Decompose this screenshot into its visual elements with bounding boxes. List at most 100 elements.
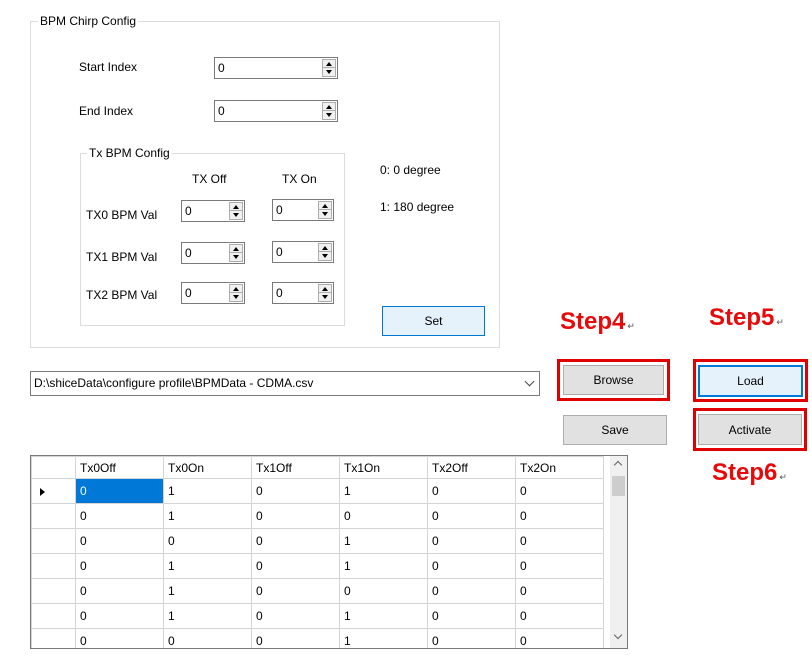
spin-up-icon[interactable] xyxy=(319,285,331,293)
table-cell[interactable]: 0 xyxy=(515,603,604,629)
table-row[interactable]: 0 0 0 1 0 0 xyxy=(31,528,604,554)
end-index-spin-buttons[interactable] xyxy=(322,102,336,120)
bpm-data-grid[interactable]: Tx0Off Tx0On Tx1Off Tx1On Tx2Off Tx2On 0… xyxy=(30,455,628,649)
set-button[interactable]: Set xyxy=(382,306,485,336)
row-header[interactable] xyxy=(31,528,76,554)
spin-up-icon[interactable] xyxy=(230,245,242,253)
table-cell[interactable]: 0 xyxy=(427,578,516,604)
table-cell[interactable]: 0 xyxy=(427,503,516,529)
row-header[interactable] xyxy=(31,603,76,629)
table-cell[interactable]: 0 xyxy=(75,478,164,504)
table-cell[interactable]: 0 xyxy=(515,578,604,604)
browse-button[interactable]: Browse xyxy=(563,365,664,395)
table-cell[interactable]: 0 xyxy=(427,603,516,629)
table-row[interactable]: 0 1 0 1 0 0 xyxy=(31,478,604,504)
column-header[interactable]: Tx2Off xyxy=(427,456,516,479)
chevron-down-icon[interactable] xyxy=(524,376,535,387)
table-cell[interactable]: 1 xyxy=(163,553,252,579)
spin-down-icon[interactable] xyxy=(230,293,242,301)
spin-down-icon[interactable] xyxy=(230,211,242,219)
table-cell[interactable]: 0 xyxy=(251,628,340,648)
table-cell[interactable]: 1 xyxy=(339,528,428,554)
table-cell[interactable]: 0 xyxy=(427,553,516,579)
row-header[interactable] xyxy=(31,578,76,604)
table-cell[interactable]: 1 xyxy=(163,478,252,504)
column-header[interactable]: Tx1Off xyxy=(251,456,340,479)
table-cell[interactable]: 0 xyxy=(515,478,604,504)
table-cell[interactable]: 0 xyxy=(163,528,252,554)
tx1-on-spinner[interactable]: 0 xyxy=(272,241,334,263)
table-cell[interactable]: 0 xyxy=(339,503,428,529)
column-header[interactable]: Tx0On xyxy=(163,456,252,479)
table-cell[interactable]: 1 xyxy=(339,478,428,504)
start-index-spinner[interactable]: 0 xyxy=(214,57,338,79)
spin-down-icon[interactable] xyxy=(230,253,242,261)
spin-up-icon[interactable] xyxy=(230,285,242,293)
table-cell[interactable]: 1 xyxy=(163,578,252,604)
tx1-on-spin-buttons[interactable] xyxy=(318,243,332,261)
scrollbar-thumb[interactable] xyxy=(612,476,625,496)
table-cell[interactable]: 1 xyxy=(163,603,252,629)
scroll-down-icon[interactable] xyxy=(613,630,623,640)
table-cell[interactable]: 0 xyxy=(427,478,516,504)
spin-up-icon[interactable] xyxy=(323,60,335,68)
tx0-off-spin-buttons[interactable] xyxy=(229,202,243,220)
table-cell[interactable]: 0 xyxy=(515,503,604,529)
row-header[interactable] xyxy=(31,478,76,504)
spin-up-icon[interactable] xyxy=(323,103,335,111)
row-header[interactable] xyxy=(31,553,76,579)
table-row[interactable]: 0 0 0 1 0 0 xyxy=(31,628,604,648)
scroll-up-icon[interactable] xyxy=(613,460,623,470)
tx2-off-spinner[interactable]: 0 xyxy=(181,282,245,304)
spin-down-icon[interactable] xyxy=(323,68,335,76)
column-header[interactable]: Tx0Off xyxy=(75,456,164,479)
row-header[interactable] xyxy=(31,628,76,648)
table-cell[interactable]: 0 xyxy=(251,528,340,554)
table-cell[interactable]: 0 xyxy=(75,503,164,529)
tx2-off-spin-buttons[interactable] xyxy=(229,284,243,302)
table-row[interactable]: 0 1 0 1 0 0 xyxy=(31,603,604,629)
table-row[interactable]: 0 1 0 0 0 0 xyxy=(31,578,604,604)
spin-down-icon[interactable] xyxy=(319,210,331,218)
column-header[interactable]: Tx2On xyxy=(515,456,604,479)
column-header[interactable]: Tx1On xyxy=(339,456,428,479)
end-index-spinner[interactable]: 0 xyxy=(214,100,338,122)
tx0-off-spinner[interactable]: 0 xyxy=(181,200,245,222)
table-cell[interactable]: 0 xyxy=(251,578,340,604)
table-cell[interactable]: 0 xyxy=(515,528,604,554)
file-path-combobox[interactable]: D:\shiceData\configure profile\BPMData -… xyxy=(30,371,540,396)
activate-button[interactable]: Activate xyxy=(698,414,802,445)
table-row[interactable]: 0 1 0 1 0 0 xyxy=(31,553,604,579)
table-cell[interactable]: 1 xyxy=(339,603,428,629)
table-cell[interactable]: 0 xyxy=(251,478,340,504)
spin-up-icon[interactable] xyxy=(319,202,331,210)
table-cell[interactable]: 0 xyxy=(427,628,516,648)
spin-down-icon[interactable] xyxy=(319,252,331,260)
start-index-spin-buttons[interactable] xyxy=(322,59,336,77)
spin-down-icon[interactable] xyxy=(319,293,331,301)
table-cell[interactable]: 0 xyxy=(163,628,252,648)
tx1-off-spinner[interactable]: 0 xyxy=(181,242,245,264)
table-cell[interactable]: 0 xyxy=(251,603,340,629)
row-header[interactable] xyxy=(31,503,76,529)
table-cell[interactable]: 1 xyxy=(339,553,428,579)
table-cell[interactable]: 0 xyxy=(427,528,516,554)
tx1-off-spin-buttons[interactable] xyxy=(229,244,243,262)
tx2-on-spinner[interactable]: 0 xyxy=(272,282,334,304)
table-row[interactable]: 0 1 0 0 0 0 xyxy=(31,503,604,529)
tx0-on-spin-buttons[interactable] xyxy=(318,201,332,219)
table-cell[interactable]: 0 xyxy=(251,553,340,579)
tx0-on-spinner[interactable]: 0 xyxy=(272,199,334,221)
table-cell[interactable]: 0 xyxy=(75,553,164,579)
table-cell[interactable]: 0 xyxy=(339,578,428,604)
table-cell[interactable]: 0 xyxy=(515,628,604,648)
spin-down-icon[interactable] xyxy=(323,111,335,119)
save-button[interactable]: Save xyxy=(563,415,667,445)
table-cell[interactable]: 0 xyxy=(75,603,164,629)
table-cell[interactable]: 1 xyxy=(339,628,428,648)
tx2-on-spin-buttons[interactable] xyxy=(318,284,332,302)
table-cell[interactable]: 0 xyxy=(515,553,604,579)
table-cell[interactable]: 0 xyxy=(75,578,164,604)
spin-up-icon[interactable] xyxy=(230,203,242,211)
table-cell[interactable]: 0 xyxy=(75,528,164,554)
